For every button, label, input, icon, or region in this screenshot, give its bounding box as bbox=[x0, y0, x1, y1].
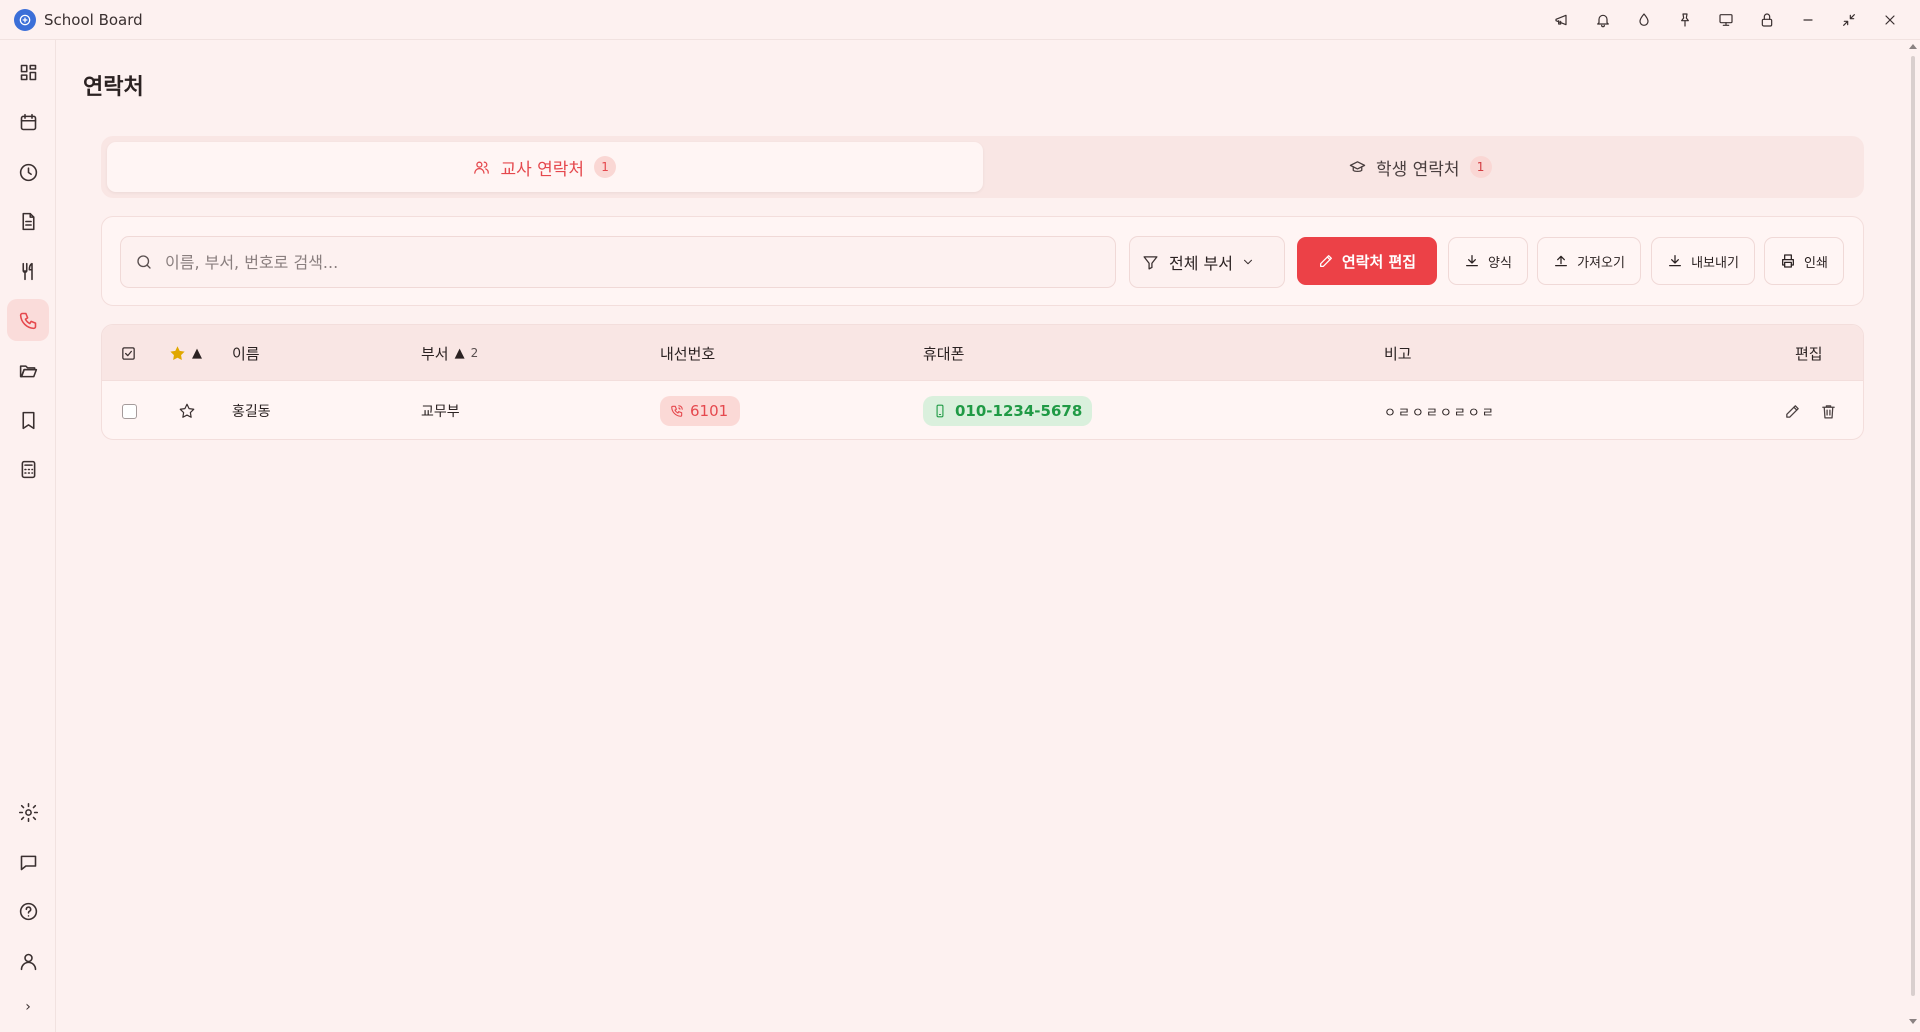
folder-open-icon[interactable] bbox=[7, 349, 49, 391]
select-all-checkbox[interactable] bbox=[120, 325, 137, 381]
mobile-pill[interactable]: 010-1234-5678 bbox=[923, 396, 1093, 426]
extension-value: 6101 bbox=[690, 402, 729, 420]
calendar-icon[interactable] bbox=[7, 101, 49, 143]
announcement-icon[interactable] bbox=[1541, 0, 1582, 40]
tab-label: 교사 연락처 bbox=[500, 159, 585, 180]
scroll-down-arrow[interactable] bbox=[1909, 1019, 1917, 1024]
dashboard-icon[interactable] bbox=[7, 51, 49, 93]
edit-column-header: 편집 bbox=[1795, 344, 1823, 363]
droplet-icon[interactable] bbox=[1623, 0, 1664, 40]
search-icon bbox=[137, 255, 151, 269]
import-button[interactable]: 가져오기 bbox=[1537, 237, 1641, 285]
upload-icon bbox=[1555, 255, 1568, 267]
extension-pill[interactable]: 6101 bbox=[660, 396, 741, 426]
contact-name: 홍길동 bbox=[232, 404, 271, 420]
scroll-thumb[interactable] bbox=[1911, 56, 1915, 996]
sort-asc-indicator: ▲ bbox=[454, 345, 465, 361]
scroll-up-arrow[interactable] bbox=[1909, 44, 1917, 49]
mobile-column-header[interactable]: 휴대폰 bbox=[923, 325, 964, 381]
calculator-icon[interactable] bbox=[7, 448, 49, 490]
settings-icon[interactable] bbox=[7, 791, 49, 833]
sidebar-expand-button[interactable]: › bbox=[7, 992, 49, 1022]
download-icon bbox=[1466, 255, 1478, 267]
tab-count-badge: 1 bbox=[1469, 156, 1492, 178]
extension-column-header[interactable]: 내선번호 bbox=[660, 325, 715, 381]
sort-asc-indicator: ▲ bbox=[192, 345, 202, 361]
pin-icon[interactable] bbox=[1664, 0, 1705, 40]
tab-label: 학생 연락처 bbox=[1375, 159, 1460, 180]
chevron-down-icon bbox=[1243, 259, 1252, 265]
bell-icon[interactable] bbox=[1582, 0, 1623, 40]
contact-department: 교무부 bbox=[421, 404, 460, 420]
edit-icon bbox=[1786, 404, 1799, 418]
template-download-button[interactable]: 양식 bbox=[1448, 237, 1528, 285]
star-filled-icon bbox=[170, 345, 185, 360]
users-icon bbox=[474, 161, 490, 174]
page-title: 연락처 bbox=[83, 75, 144, 100]
table-header: ▲ 이름 부서 ▲ 2 내선번호 휴대폰 비고 편집 bbox=[102, 325, 1863, 381]
delete-row-button[interactable] bbox=[1820, 381, 1837, 439]
user-icon[interactable] bbox=[7, 940, 49, 982]
import-label: 가져오기 bbox=[1577, 255, 1625, 271]
department-filter-value: 전체 부서 bbox=[1169, 254, 1233, 273]
bookmark-icon[interactable] bbox=[7, 399, 49, 441]
department-filter-select[interactable]: 전체 부서 bbox=[1129, 236, 1285, 288]
phone-icon[interactable] bbox=[7, 299, 49, 341]
download-icon bbox=[1669, 255, 1682, 267]
contact-tabs: 교사 연락처 1 학생 연락처 1 bbox=[101, 136, 1864, 198]
sidebar: › bbox=[0, 40, 56, 1032]
export-button[interactable]: 내보내기 bbox=[1651, 237, 1755, 285]
favorite-toggle[interactable] bbox=[178, 381, 196, 439]
printer-icon bbox=[1782, 254, 1794, 268]
filter-icon bbox=[1143, 255, 1158, 270]
department-header-label: 부서 bbox=[421, 344, 449, 363]
search-box bbox=[120, 236, 1116, 288]
app-title: School Board bbox=[44, 10, 143, 29]
table-row[interactable]: 홍길동 교무부 6101 010-1234-5678 ㅇㄹㅇㄹㅇㄹㅇㄹ bbox=[102, 381, 1863, 439]
sort-priority: 2 bbox=[470, 346, 479, 360]
graduation-cap-icon bbox=[1349, 160, 1366, 172]
favorite-sort-header[interactable]: ▲ bbox=[169, 325, 202, 381]
print-button[interactable]: 인쇄 bbox=[1764, 237, 1844, 285]
trash-icon bbox=[1822, 404, 1835, 419]
row-checkbox[interactable] bbox=[122, 403, 137, 419]
search-input[interactable] bbox=[165, 252, 1065, 272]
tab-count-badge: 1 bbox=[594, 156, 617, 178]
shrink-icon[interactable] bbox=[1828, 0, 1869, 40]
minimize-icon[interactable] bbox=[1787, 0, 1828, 40]
edit-icon bbox=[1319, 255, 1332, 267]
help-icon[interactable] bbox=[7, 890, 49, 932]
phone-call-icon bbox=[671, 405, 683, 417]
monitor-icon[interactable] bbox=[1705, 0, 1746, 40]
edit-contacts-button[interactable]: 연락처 편집 bbox=[1297, 237, 1437, 285]
note-column-header[interactable]: 비고 bbox=[1384, 325, 1412, 381]
edit-row-button[interactable] bbox=[1784, 381, 1801, 439]
utensils-icon[interactable] bbox=[7, 250, 49, 292]
department-column-header[interactable]: 부서 ▲ 2 bbox=[421, 325, 478, 381]
lock-icon[interactable] bbox=[1746, 0, 1787, 40]
smartphone-icon bbox=[936, 404, 944, 418]
contacts-table: ▲ 이름 부서 ▲ 2 내선번호 휴대폰 비고 편집 홍길동 교무부 6101 bbox=[101, 324, 1864, 440]
scrollbar[interactable] bbox=[1906, 40, 1920, 1032]
print-label: 인쇄 bbox=[1804, 255, 1828, 271]
tab-teacher-contacts[interactable]: 교사 연락처 1 bbox=[107, 142, 983, 192]
app-logo-icon bbox=[14, 8, 36, 31]
contact-note: ㅇㄹㅇㄹㅇㄹㅇㄹ bbox=[1384, 405, 1496, 421]
check-square-icon bbox=[122, 346, 135, 360]
tab-student-contacts[interactable]: 학생 연락처 1 bbox=[983, 142, 1859, 192]
mobile-value: 010-1234-5678 bbox=[955, 402, 1083, 420]
export-label: 내보내기 bbox=[1691, 255, 1739, 271]
message-icon[interactable] bbox=[7, 841, 49, 883]
close-icon[interactable] bbox=[1869, 0, 1910, 40]
document-icon[interactable] bbox=[7, 200, 49, 242]
edit-contacts-label: 연락처 편집 bbox=[1341, 252, 1417, 271]
name-column-header[interactable]: 이름 bbox=[232, 325, 260, 381]
clock-icon[interactable] bbox=[7, 151, 49, 193]
star-icon bbox=[179, 403, 195, 418]
template-label: 양식 bbox=[1488, 255, 1512, 271]
title-bar: School Board bbox=[0, 0, 1920, 40]
contact-toolbar: 전체 부서 연락처 편집 양식 가져오기 내보내기 인쇄 bbox=[101, 216, 1864, 306]
